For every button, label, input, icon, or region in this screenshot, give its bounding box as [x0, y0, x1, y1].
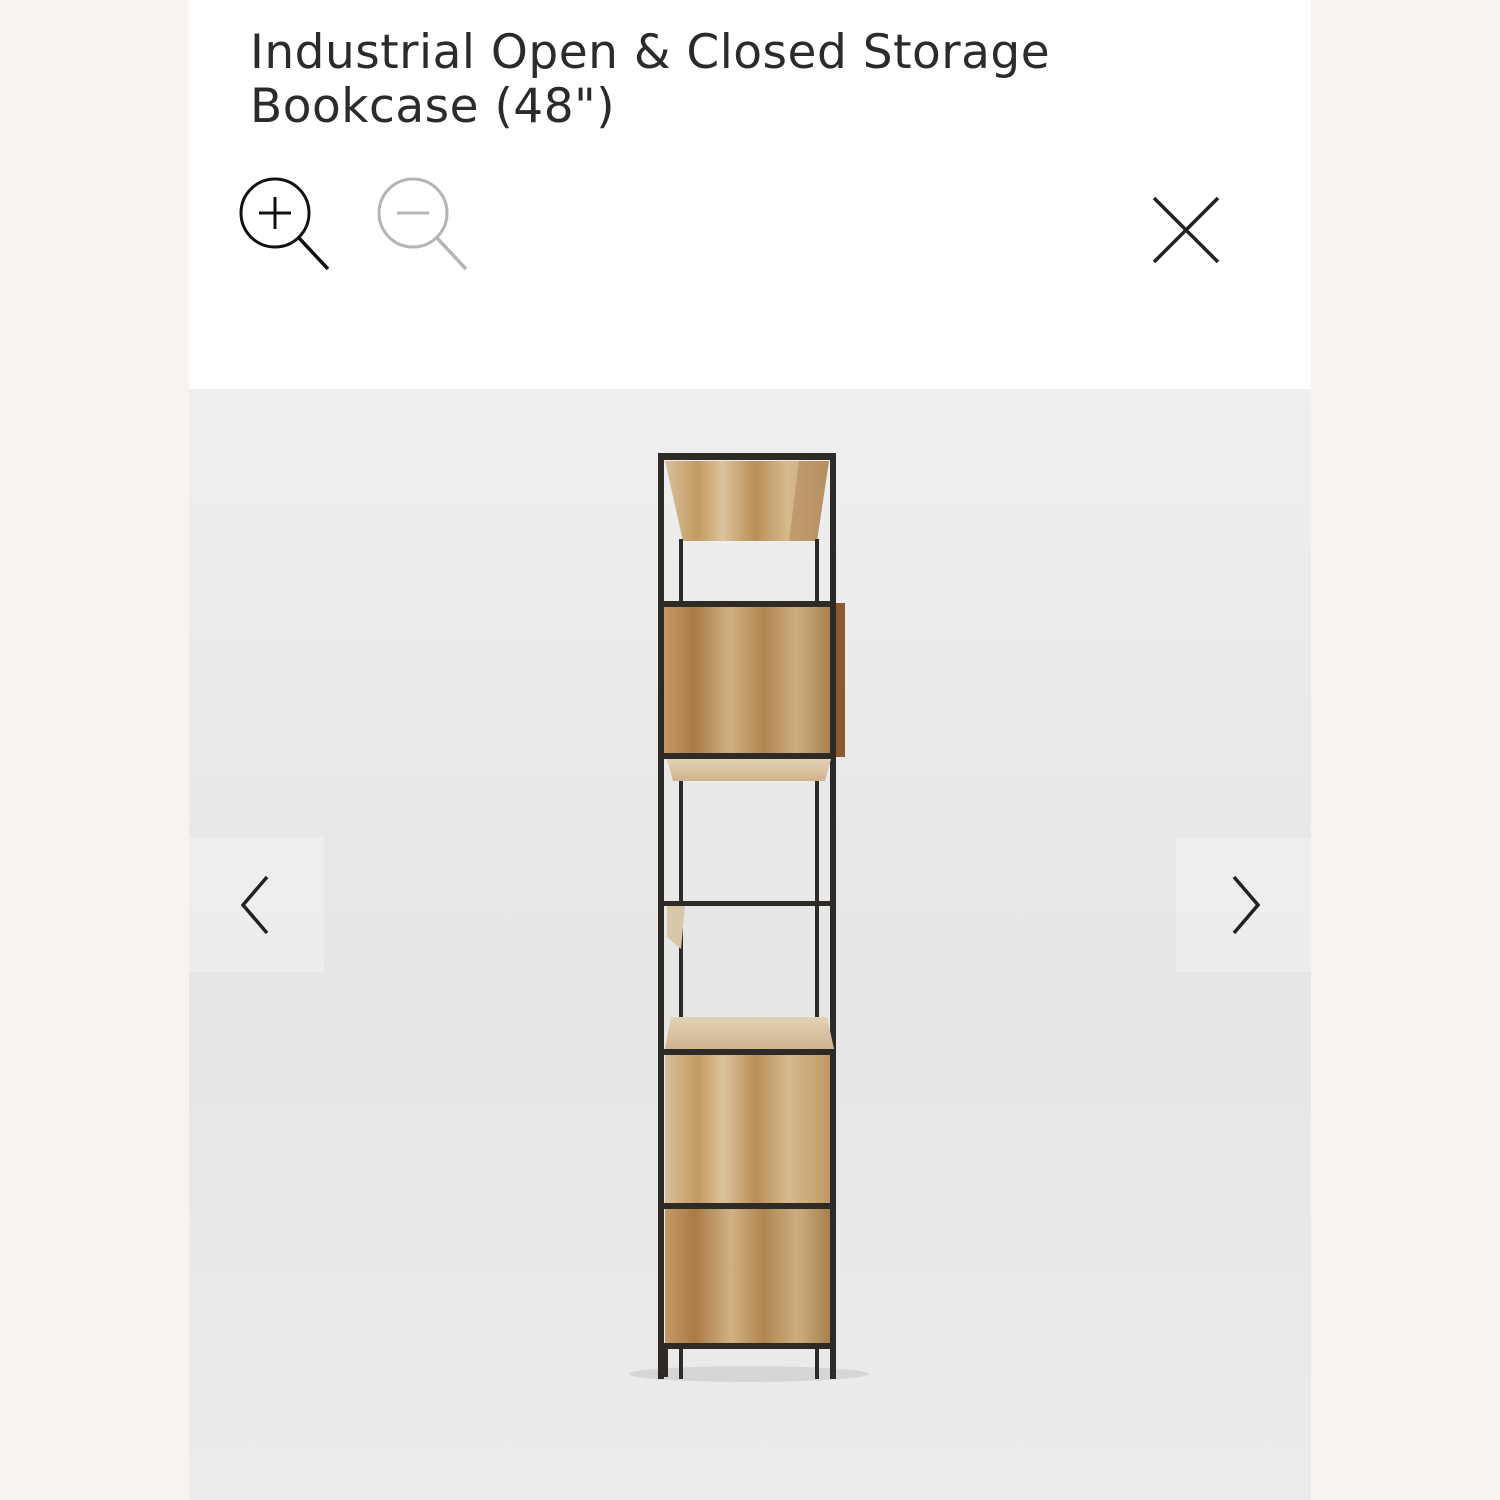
- chevron-right-icon: [1232, 875, 1260, 935]
- close-button[interactable]: [1149, 193, 1223, 267]
- close-icon: [1152, 196, 1220, 264]
- zoom-out-icon: [377, 177, 468, 271]
- product-title: Industrial Open & Closed Storage Bookcas…: [250, 25, 1051, 134]
- product-image: [629, 453, 869, 1382]
- chevron-left-icon: [240, 875, 268, 935]
- previous-image-button[interactable]: [189, 838, 324, 972]
- zoom-out-button[interactable]: [375, 175, 473, 275]
- image-viewer[interactable]: [189, 389, 1311, 1500]
- next-image-button[interactable]: [1176, 838, 1311, 972]
- zoom-in-icon: [239, 177, 330, 271]
- zoom-in-button[interactable]: [237, 175, 335, 275]
- zoom-modal: Industrial Open & Closed Storage Bookcas…: [189, 0, 1311, 1500]
